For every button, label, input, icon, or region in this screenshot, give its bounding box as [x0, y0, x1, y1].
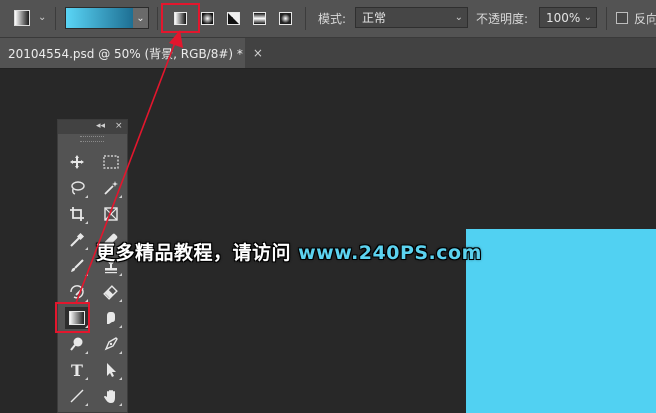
radial-gradient-icon[interactable] [197, 8, 217, 28]
diamond-gradient-icon[interactable] [275, 8, 295, 28]
chevron-down-icon[interactable]: ⌄ [38, 12, 46, 23]
type-tool-icon[interactable]: T [65, 359, 89, 381]
pen-tool-icon[interactable] [99, 333, 123, 355]
smudge-tool-icon[interactable] [99, 307, 123, 329]
blend-mode-value: 正常 [362, 11, 387, 25]
chevron-down-icon: ⌄ [454, 12, 463, 23]
watermark-url: www.240PS.com [298, 242, 482, 264]
gradient-tool-preset-icon [14, 10, 30, 26]
history-brush-tool-icon[interactable] [65, 281, 89, 303]
chevron-down-icon: ⌄ [583, 12, 592, 23]
type-glyph: T [71, 360, 83, 380]
document-tab-bar: 20104554.psd @ 50% (背景, RGB/8#) * × [0, 38, 656, 69]
crop-tool-icon[interactable] [65, 203, 89, 225]
line-tool-icon[interactable] [65, 385, 89, 407]
opacity-input[interactable]: 100% ⌄ [539, 7, 597, 28]
panel-grip[interactable] [80, 136, 104, 142]
angle-gradient-icon[interactable] [223, 8, 243, 28]
opacity-label: 不透明度: [476, 12, 529, 26]
divider [606, 7, 607, 30]
frame-tool-icon[interactable] [99, 203, 123, 225]
eraser-tool-icon[interactable] [99, 281, 123, 303]
tool-preset-picker[interactable] [12, 8, 32, 28]
divider [157, 7, 158, 30]
move-tool-icon[interactable] [65, 151, 89, 173]
hand-tool-icon[interactable] [99, 385, 123, 407]
lasso-tool-icon[interactable] [65, 177, 89, 199]
selected-tool-highlight [161, 3, 200, 33]
mode-label: 模式: [318, 12, 347, 26]
watermark: 更多精品教程，请访问 www.240PS.com [96, 238, 482, 265]
watermark-text: 更多精品教程，请访问 [96, 242, 299, 264]
divider [305, 7, 306, 30]
magic-wand-tool-icon[interactable] [99, 177, 123, 199]
opacity-value: 100% [546, 10, 581, 25]
document-tab-title: 20104554.psd @ 50% (背景, RGB/8#) * [8, 46, 243, 61]
blend-mode-select[interactable]: 正常 ⌄ [355, 7, 468, 28]
options-bar: ⌄ ⌄ 模式: 正常 ⌄ 不透明度: 100% ⌄ 反向 [0, 0, 656, 38]
eyedropper-tool-icon[interactable] [65, 229, 89, 251]
marquee-tool-icon[interactable] [99, 151, 123, 173]
tools-panel-header[interactable]: ◂◂ × [58, 120, 127, 134]
document-tab[interactable]: 20104554.psd @ 50% (背景, RGB/8#) * × [0, 38, 263, 68]
reverse-label: 反向 [634, 12, 656, 26]
collapse-icon[interactable]: ◂◂ [96, 121, 105, 131]
dodge-tool-icon[interactable] [65, 333, 89, 355]
tools-panel: ◂◂ × T [57, 119, 128, 413]
close-icon[interactable]: × [253, 46, 263, 60]
reverse-checkbox[interactable] [616, 12, 628, 24]
brush-tool-icon[interactable] [65, 255, 89, 277]
divider [55, 7, 56, 30]
gradient-tool-highlight [55, 302, 90, 333]
gradient-preview[interactable] [66, 8, 133, 28]
close-icon[interactable]: × [115, 121, 123, 131]
path-selection-tool-icon[interactable] [99, 359, 123, 381]
chevron-down-icon[interactable]: ⌄ [133, 8, 148, 28]
document-canvas[interactable] [466, 229, 656, 413]
gradient-editor-swatch[interactable]: ⌄ [65, 7, 149, 29]
reflected-gradient-icon[interactable] [249, 8, 269, 28]
